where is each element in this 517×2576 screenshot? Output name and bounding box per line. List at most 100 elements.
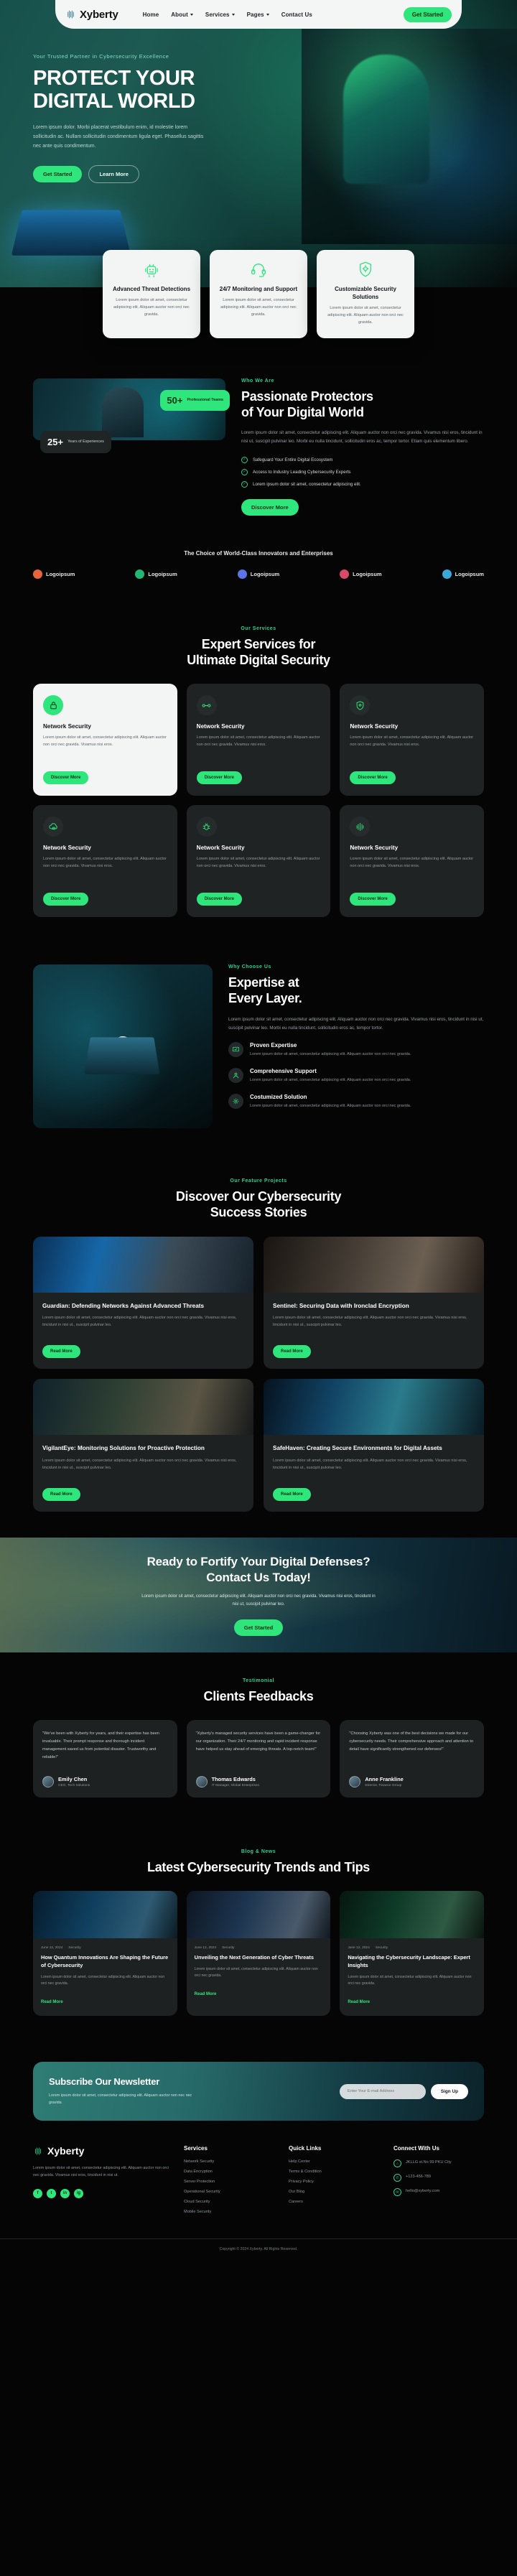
- nav-label: About: [171, 11, 188, 18]
- footer-link[interactable]: Mobile Security: [184, 2210, 274, 2214]
- service-card[interactable]: Network Security Lorem ipsum dolor sit a…: [340, 805, 484, 918]
- footer-services-heading: Services: [184, 2145, 208, 2152]
- project-read-more-button[interactable]: Read More: [42, 1487, 80, 1501]
- projects-eyebrow: Our Feature Projects: [230, 1178, 287, 1184]
- blog-image: [186, 1891, 331, 1939]
- hero-title: Protect Your Digital World: [33, 67, 237, 113]
- projects-section: Our Feature Projects Discover Our Cybers…: [0, 1153, 517, 1537]
- feature-card[interactable]: 24/7 Monitoring and Support Lorem ipsum …: [210, 250, 307, 338]
- instagram-icon[interactable]: ig: [74, 2188, 83, 2198]
- client-logo: Logoipsum: [442, 569, 484, 579]
- footer-link[interactable]: Server Protection: [184, 2180, 274, 2184]
- cta-banner: Ready to Fortify Your Digital Defenses? …: [0, 1537, 517, 1652]
- nav-label: Pages: [246, 11, 264, 18]
- nav-get-started-button[interactable]: Get Started: [403, 6, 452, 22]
- lock-shield-icon: [50, 701, 57, 710]
- footer-link[interactable]: Careers: [289, 2200, 379, 2204]
- footer-logo[interactable]: Xyberty: [33, 2145, 169, 2157]
- project-card[interactable]: VigilantEye: Monitoring Solutions for Pr…: [33, 1379, 253, 1512]
- twitter-icon[interactable]: t: [47, 2188, 56, 2198]
- feature-card-title: Customizable Security Solutions: [335, 286, 396, 301]
- stat-experts-label: Professional Teams: [187, 397, 223, 402]
- footer-link[interactable]: Network Security: [184, 2159, 274, 2164]
- hero-get-started-button[interactable]: Get Started: [33, 165, 83, 182]
- service-text: Lorem ipsum dolor sit amet, consectetur …: [43, 857, 167, 869]
- feature-card[interactable]: Advanced Threat Detections Lorem ipsum d…: [103, 250, 200, 338]
- projects-grid: Guardian: Defending Networks Against Adv…: [33, 1236, 484, 1512]
- footer-socials: f t in ig: [33, 2188, 169, 2198]
- newsletter-email-input[interactable]: [339, 2083, 426, 2099]
- service-discover-more-button[interactable]: Discover More: [43, 771, 89, 785]
- services-title-line2: Ultimate Digital Security: [187, 652, 330, 667]
- clients-title: The Choice of World-Class Innovators and…: [184, 549, 333, 557]
- blog-read-more-link[interactable]: Read More: [41, 2000, 63, 2004]
- blog-card[interactable]: June 12, 2024 Security Unveiling the Next…: [186, 1891, 331, 2017]
- newsletter-signup-button[interactable]: Sign Up: [430, 2083, 468, 2099]
- footer-link[interactable]: Cloud Security: [184, 2200, 274, 2204]
- headset-support-icon: [251, 264, 266, 277]
- service-icon-ring: [196, 817, 217, 837]
- about-discover-more-button[interactable]: Discover More: [241, 498, 299, 516]
- service-discover-more-button[interactable]: Discover More: [196, 893, 243, 906]
- blog-card[interactable]: June 12, 2024 Security Navigating the Cyb…: [340, 1891, 484, 2017]
- why-feature: Proven Expertise Lorem ipsum dolor sit a…: [228, 1041, 484, 1059]
- nav-item-pages[interactable]: Pages: [247, 11, 269, 18]
- facebook-icon[interactable]: f: [33, 2188, 42, 2198]
- contact-email[interactable]: ✉ hello@xyberty.com: [393, 2188, 484, 2197]
- project-read-more-button[interactable]: Read More: [273, 1345, 311, 1359]
- nav-item-about[interactable]: About: [171, 11, 193, 18]
- project-card[interactable]: SafeHaven: Creating Secure Environments …: [264, 1379, 484, 1512]
- project-image: [264, 1379, 484, 1436]
- project-read-more-button[interactable]: Read More: [273, 1487, 311, 1501]
- project-card[interactable]: Sentinel: Securing Data with Ironclad En…: [264, 1236, 484, 1370]
- hero-learn-more-button[interactable]: Learn More: [88, 164, 139, 183]
- cta-get-started-button[interactable]: Get Started: [233, 1619, 284, 1636]
- blog-card-text: Lorem ipsum dolor sit amet, consectetur …: [194, 1966, 318, 1979]
- service-discover-more-button[interactable]: Discover More: [350, 771, 396, 785]
- nav-item-services[interactable]: Services: [205, 11, 235, 18]
- blog-section: Blog & News Latest Cybersecurity Trends …: [0, 1823, 517, 2042]
- service-discover-more-button[interactable]: Discover More: [196, 771, 243, 785]
- projects-title-line2: Success Stories: [210, 1205, 307, 1220]
- service-card[interactable]: Network Security Lorem ipsum dolor sit a…: [186, 805, 331, 918]
- footer-link[interactable]: Our Blog: [289, 2190, 379, 2194]
- footer-link[interactable]: Data Encryption: [184, 2170, 274, 2174]
- footer-link[interactable]: Help Center: [289, 2159, 379, 2164]
- avatar: [195, 1775, 208, 1787]
- nav-item-home[interactable]: Home: [143, 11, 159, 18]
- nav-item-contact[interactable]: Contact Us: [281, 11, 312, 18]
- why-video-thumbnail[interactable]: [33, 964, 213, 1129]
- testimonials-eyebrow: Testimonial: [243, 1678, 274, 1683]
- blog-card[interactable]: June 12, 2024 Security How Quantum Innova…: [33, 1891, 177, 2017]
- contact-address: ⌂ JKLLG st.No 99 PKU City: [393, 2159, 484, 2168]
- footer-link[interactable]: Terms & Condition: [289, 2170, 379, 2174]
- testimonial-author: Thomas Edwards IT Manager, Global Enterpr…: [195, 1775, 322, 1787]
- service-icon-ring: [43, 817, 63, 837]
- service-card[interactable]: Network Security Lorem ipsum dolor sit a…: [33, 805, 177, 918]
- service-card[interactable]: Network Security Lorem ipsum dolor sit a…: [340, 684, 484, 796]
- project-card[interactable]: Guardian: Defending Networks Against Adv…: [33, 1236, 253, 1370]
- footer-link[interactable]: Privacy Policy: [289, 2180, 379, 2184]
- footer-quick-heading: Quick Links: [289, 2145, 322, 2152]
- network-node-icon: [202, 704, 211, 707]
- checklist-item: ✓ Access to Industry Leading Cybersecurit…: [241, 468, 484, 475]
- feature-card[interactable]: Customizable Security Solutions Lorem ip…: [317, 250, 414, 338]
- brand-logo[interactable]: Xyberty: [65, 9, 118, 21]
- play-button[interactable]: [113, 1036, 133, 1057]
- linkedin-icon[interactable]: in: [60, 2188, 70, 2198]
- service-card[interactable]: Network Security Lorem ipsum dolor sit a…: [186, 684, 331, 796]
- client-logo: Logoipsum: [135, 569, 177, 579]
- footer-link[interactable]: Operational Security: [184, 2190, 274, 2194]
- blog-read-more-link[interactable]: Read More: [348, 2000, 370, 2004]
- services-eyebrow: Our Services: [241, 626, 276, 631]
- service-discover-more-button[interactable]: Discover More: [350, 893, 396, 906]
- contact-phone[interactable]: ✆ +123-456-789: [393, 2174, 484, 2182]
- service-discover-more-button[interactable]: Discover More: [43, 893, 89, 906]
- logo-mark-icon: [33, 569, 42, 579]
- project-read-more-button[interactable]: Read More: [42, 1345, 80, 1359]
- footer-about-text: Lorem ipsum dolor sit amet, consectetur …: [33, 2166, 169, 2178]
- service-card[interactable]: Network Security Lorem ipsum dolor sit a…: [33, 684, 177, 796]
- feature-card-text: Lorem ipsum dolor sit amet, consectetur …: [327, 306, 404, 325]
- testimonial-card: "Xyberty's managed security services hav…: [186, 1719, 331, 1798]
- blog-read-more-link[interactable]: Read More: [195, 1992, 217, 1996]
